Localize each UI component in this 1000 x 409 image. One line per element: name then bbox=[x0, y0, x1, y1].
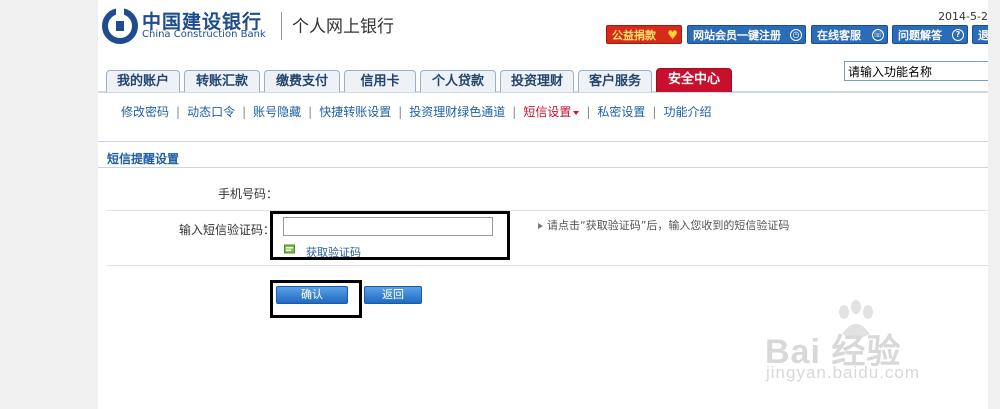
exit-button[interactable]: 退 bbox=[972, 25, 988, 44]
annotation-box-code bbox=[270, 211, 510, 260]
bank-page: 中国建设银行 China Construction Bank 个人网上银行 20… bbox=[98, 0, 988, 409]
service-name: 个人网上银行 bbox=[292, 17, 394, 37]
tab-transfer[interactable]: 转账汇款 bbox=[184, 70, 260, 92]
register-button-label: 网站会员一键注册 bbox=[693, 29, 781, 42]
phone-label: 手机号码： bbox=[218, 187, 279, 201]
faq-button[interactable]: 问题解答 ? bbox=[892, 25, 968, 44]
subnav-privacy-settings[interactable]: 私密设置 bbox=[597, 105, 645, 119]
subnav-hide-account[interactable]: 账号隐藏 bbox=[253, 105, 301, 119]
tab-personal-loan[interactable]: 个人贷款 bbox=[420, 70, 496, 92]
charity-button[interactable]: 公益捐款 ♥ bbox=[606, 25, 682, 44]
sms-code-label: 输入短信验证码： bbox=[179, 223, 276, 237]
sms-code-hint: 请点击“获取验证码”后，输入您收到的短信验证码 bbox=[538, 217, 789, 233]
current-date: 2014-5-2 bbox=[938, 10, 988, 23]
charity-button-label: 公益捐款 bbox=[612, 29, 656, 42]
row-divider bbox=[107, 265, 988, 266]
subnav-separator: | bbox=[242, 105, 247, 119]
subnav-quick-transfer[interactable]: 快捷转账设置 bbox=[319, 105, 391, 119]
content-divider bbox=[98, 141, 988, 142]
back-button[interactable]: 返回 bbox=[364, 286, 422, 304]
register-button[interactable]: 网站会员一键注册 ◷ bbox=[687, 25, 806, 44]
tab-security-center[interactable]: 安全中心 bbox=[656, 68, 732, 92]
left-gutter bbox=[0, 0, 98, 409]
annotation-box-confirm bbox=[270, 280, 362, 318]
section-underline bbox=[98, 167, 988, 168]
subnav-separator: | bbox=[512, 105, 517, 119]
subnav-sms-settings[interactable]: 短信设置 bbox=[523, 105, 580, 119]
heart-icon: ♥ bbox=[667, 28, 678, 42]
sub-navigation: 修改密码 | 动态口令 | 账号隐藏 | 快捷转账设置 | 投资理财绿色通道 | 短信设置 | 私密设置… bbox=[121, 103, 711, 120]
tab-credit-card[interactable]: 信用卡 bbox=[344, 70, 416, 92]
subnav-dynamic-token[interactable]: 动态口令 bbox=[187, 105, 235, 119]
subnav-feature-intro[interactable]: 功能介绍 bbox=[663, 105, 711, 119]
row-divider bbox=[107, 210, 988, 211]
dropdown-caret-icon bbox=[573, 110, 580, 115]
subnav-separator: | bbox=[308, 105, 313, 119]
headset-icon: ☏ bbox=[872, 29, 884, 41]
right-scroll-gutter bbox=[988, 0, 1000, 409]
online-service-label: 在线客服 bbox=[817, 29, 861, 42]
sms-code-hint-text: 请点击“获取验证码”后，输入您收到的短信验证码 bbox=[547, 219, 790, 232]
subnav-investment-green-channel[interactable]: 投资理财绿色通道 bbox=[409, 105, 505, 119]
watermark-url: jingyan.baidu.com bbox=[766, 363, 921, 382]
clock-icon: ◷ bbox=[790, 29, 802, 41]
function-search-input[interactable] bbox=[844, 61, 988, 81]
online-service-button[interactable]: 在线客服 ☏ bbox=[811, 25, 888, 44]
hint-arrow-icon bbox=[538, 223, 543, 229]
faq-button-label: 问题解答 bbox=[898, 29, 942, 42]
tab-my-account[interactable]: 我的账户 bbox=[106, 70, 180, 92]
section-title: 短信提醒设置 bbox=[107, 152, 180, 166]
ccb-logo-icon bbox=[102, 8, 138, 44]
subnav-change-password[interactable]: 修改密码 bbox=[121, 105, 169, 119]
tab-customer-service[interactable]: 客户服务 bbox=[578, 70, 652, 92]
tab-payment[interactable]: 缴费支付 bbox=[264, 70, 340, 92]
exit-button-label: 退 bbox=[978, 29, 988, 42]
subnav-separator: | bbox=[652, 105, 657, 119]
subnav-separator: | bbox=[586, 105, 591, 119]
logo-divider bbox=[281, 12, 282, 40]
subnav-separator: | bbox=[398, 105, 403, 119]
subnav-separator: | bbox=[176, 105, 181, 119]
bank-name-en: China Construction Bank bbox=[142, 29, 266, 40]
question-icon: ? bbox=[952, 29, 964, 41]
subnav-sms-settings-label: 短信设置 bbox=[523, 105, 572, 119]
tab-investment[interactable]: 投资理财 bbox=[500, 70, 574, 92]
